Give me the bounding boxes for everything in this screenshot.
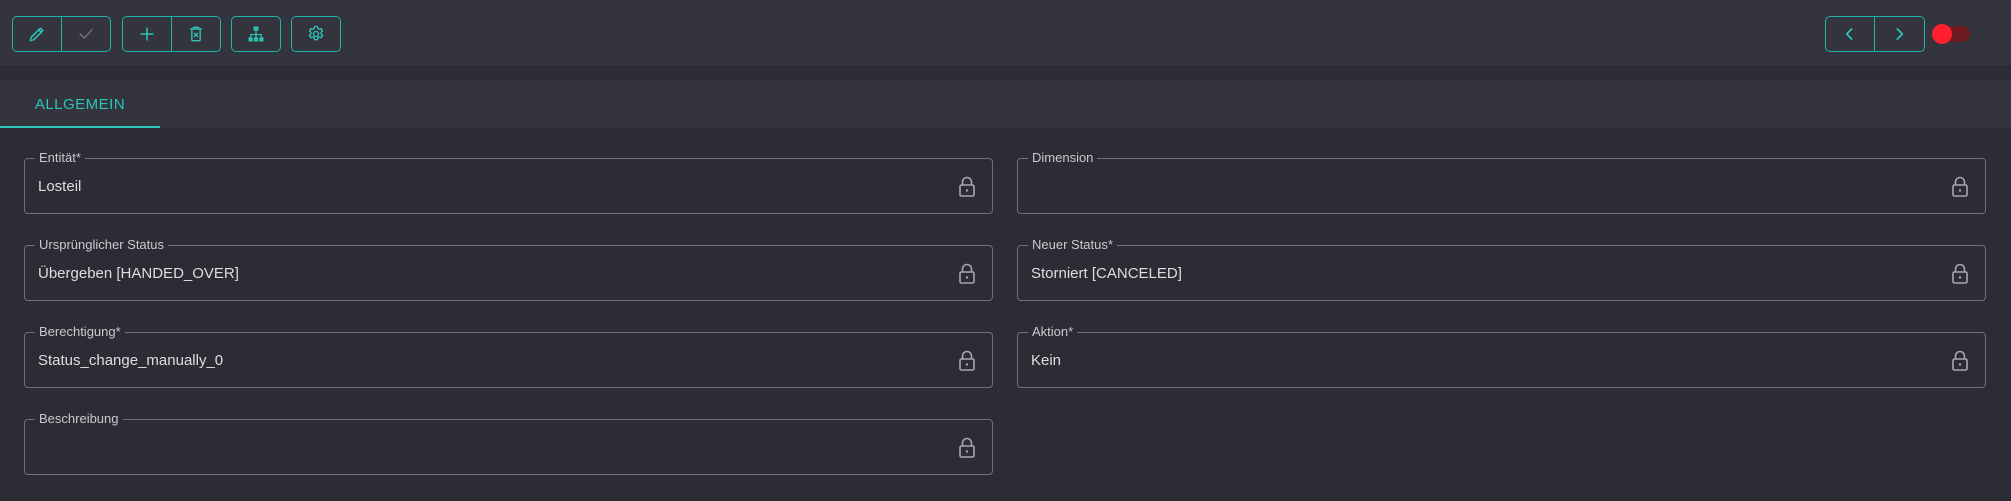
pencil-icon	[29, 27, 44, 42]
permission-field-value: Status_change_manually_0	[38, 352, 224, 369]
save-button[interactable]	[61, 17, 109, 51]
plus-icon	[140, 27, 154, 41]
dimension-field-label: Dimension	[1028, 150, 1098, 166]
description-field[interactable]: Beschreibung	[24, 411, 993, 475]
previous-button[interactable]	[1826, 17, 1874, 51]
lock-icon	[1952, 263, 1968, 284]
delete-icon	[189, 26, 202, 42]
permission-field-label: Berechtigung*	[35, 324, 125, 340]
chevron-left-icon	[1845, 28, 1853, 40]
entity-field-label: Entität*	[35, 150, 85, 166]
chevron-right-icon	[1896, 28, 1903, 40]
toggle-knob	[1932, 24, 1952, 44]
lock-icon	[959, 263, 975, 284]
delete-button[interactable]	[171, 17, 219, 51]
hierarchy-button-group	[231, 16, 281, 52]
tab-bar: ALLGEMEIN	[0, 80, 2011, 128]
new-status-field[interactable]: Neuer Status* Storniert [CANCELED]	[1017, 237, 1986, 301]
entity-field-value: Losteil	[38, 178, 82, 195]
original-status-field-label: Ursprünglicher Status	[35, 237, 168, 253]
add-delete-button-group	[122, 16, 221, 52]
original-status-field-value: Übergeben [HANDED_OVER]	[38, 265, 239, 282]
original-status-field[interactable]: Ursprünglicher Status Übergeben [HANDED_…	[24, 237, 993, 301]
lock-icon	[1952, 176, 1968, 197]
tab-allgemein-label: ALLGEMEIN	[34, 95, 126, 113]
new-status-field-value: Storniert [CANCELED]	[1031, 265, 1182, 282]
settings-button-group	[291, 16, 341, 52]
toggle-switch[interactable]	[1932, 24, 1970, 44]
entity-field[interactable]: Entität* Losteil	[24, 150, 993, 214]
settings-button[interactable]	[292, 17, 340, 51]
tab-active-indicator	[0, 126, 160, 128]
action-field-label: Aktion*	[1028, 324, 1078, 340]
permission-field[interactable]: Berechtigung* Status_change_manually_0	[24, 324, 993, 388]
check-icon	[78, 29, 93, 39]
lock-icon	[1952, 350, 1968, 371]
dimension-field[interactable]: Dimension	[1017, 150, 1986, 214]
tab-allgemein[interactable]: ALLGEMEIN	[0, 80, 160, 128]
gear-icon	[308, 25, 324, 41]
hierarchy-button[interactable]	[232, 17, 280, 51]
next-button[interactable]	[1874, 17, 1922, 51]
action-field-value: Kein	[1031, 352, 1062, 369]
lock-icon	[959, 350, 975, 371]
edit-button[interactable]	[13, 17, 61, 51]
lock-icon	[959, 176, 975, 197]
description-field-label: Beschreibung	[35, 411, 123, 427]
hierarchy-icon	[248, 26, 264, 42]
new-status-field-label: Neuer Status*	[1028, 237, 1117, 253]
edit-button-group	[12, 16, 111, 52]
add-button[interactable]	[123, 17, 171, 51]
lock-icon	[959, 437, 975, 458]
toolbar	[0, 0, 2011, 67]
navigation-button-group	[1825, 16, 1925, 52]
action-field[interactable]: Aktion* Kein	[1017, 324, 1986, 388]
